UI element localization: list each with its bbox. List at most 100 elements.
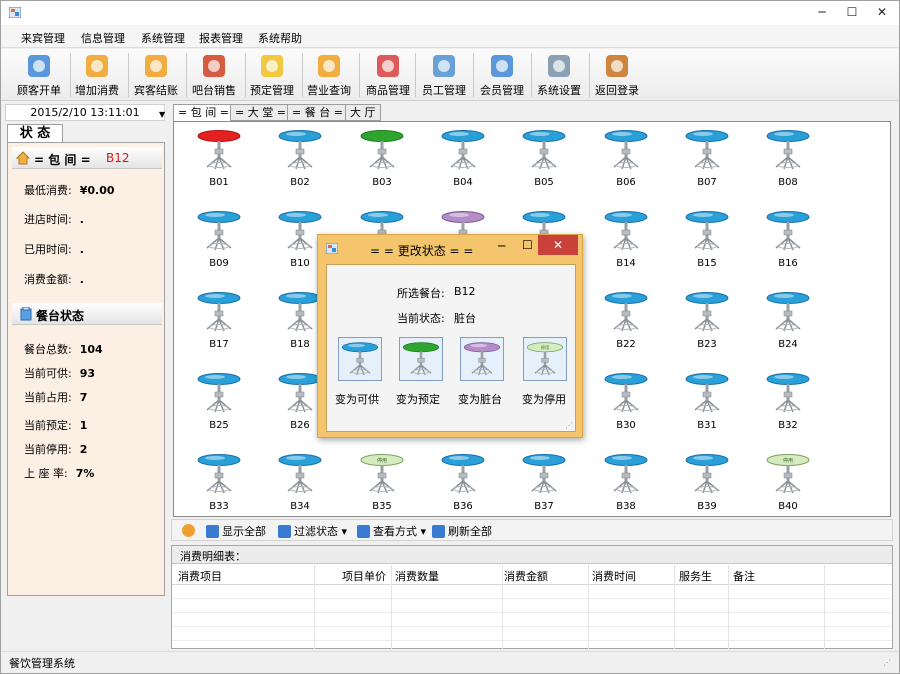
detail-column-header[interactable]: 消费项目	[178, 568, 222, 584]
table-B16[interactable]: B16	[763, 208, 823, 272]
table-B07[interactable]: B07	[682, 127, 742, 191]
state-button-label: 变为可供	[335, 393, 379, 406]
table-B37[interactable]: B37	[519, 451, 579, 515]
view-mode-icon	[357, 524, 370, 538]
consumption-amount-row: 消费金额:.	[24, 273, 84, 286]
state-button-2[interactable]	[399, 337, 443, 381]
table-label: B04	[453, 177, 473, 188]
table-B17[interactable]: B17	[194, 289, 254, 353]
dropdown-arrow-icon[interactable]: ▼	[159, 110, 165, 119]
state-button-3[interactable]	[460, 337, 504, 381]
dialog-body: 所选餐台: B12 当前状态: 脏台 变为可供 变为预定 变为脏台 停用 变为停用 ⋰	[326, 264, 576, 432]
table-B33[interactable]: B33	[194, 451, 254, 515]
table-B35[interactable]: 停用 B35	[357, 451, 417, 515]
toolbar-button-8[interactable]: 员工管理	[422, 51, 466, 99]
toolbar-separator	[415, 53, 416, 97]
table-B22[interactable]: B22	[601, 289, 661, 353]
table-B02[interactable]: B02	[275, 127, 335, 191]
table-B03[interactable]: B03	[357, 127, 417, 191]
table-B14[interactable]: B14	[601, 208, 661, 272]
view-button-4[interactable]: 刷新全部	[432, 523, 492, 539]
table-label: B16	[778, 258, 798, 269]
toolbar-button-9[interactable]: 会员管理	[480, 51, 524, 99]
minimize-button[interactable]: ─	[807, 1, 837, 23]
detail-column-header[interactable]: 项目单价	[342, 568, 386, 584]
stool-icon	[604, 454, 648, 494]
detail-column-header[interactable]: 消费金额	[504, 568, 548, 584]
table-B31[interactable]: B31	[682, 370, 742, 434]
toolbar-separator	[302, 53, 303, 97]
consumption-detail-panel: 消费明细表： 消费项目 项目单价 消费数量 消费金额 消费时间 服务生 备注	[171, 545, 893, 649]
view-button-3[interactable]: 查看方式 ▾	[357, 523, 426, 539]
toolbar-button-7[interactable]: 商品管理	[366, 51, 410, 99]
view-button-1[interactable]: 显示全部	[206, 523, 266, 539]
table-B25[interactable]: B25	[194, 370, 254, 434]
view-button-2[interactable]: 过滤状态 ▾	[278, 523, 347, 539]
table-B39[interactable]: B39	[682, 451, 742, 515]
toolbar-button-10[interactable]: 系统设置	[537, 51, 581, 99]
status-bar-text: 餐饮管理系统	[9, 657, 75, 670]
filter-icon	[278, 524, 291, 538]
table-B30[interactable]: B30	[601, 370, 661, 434]
orange-circle-icon[interactable]	[182, 524, 195, 537]
table-label: B14	[616, 258, 636, 269]
toolbar-button-label: 员工管理	[422, 84, 466, 97]
svg-text:停用: 停用	[541, 344, 549, 351]
table-label: B08	[778, 177, 798, 188]
detail-column-header[interactable]: 服务生	[679, 568, 712, 584]
table-B06[interactable]: B06	[601, 127, 661, 191]
toolbar-button-label: 返回登录	[595, 84, 639, 97]
tab-status[interactable]: 状 态	[7, 124, 63, 143]
menu-system[interactable]: 系统管理	[141, 30, 185, 46]
state-button-1[interactable]	[338, 337, 382, 381]
table-B01[interactable]: B01	[194, 127, 254, 191]
view-toolbar: 显示全部 过滤状态 ▾ 查看方式 ▾ 刷新全部	[171, 519, 893, 541]
detail-column-header[interactable]: 消费时间	[592, 568, 636, 584]
stool-icon	[685, 292, 729, 332]
toolbar-button-6[interactable]: 营业查询	[307, 51, 351, 99]
dialog-close-button[interactable]: ✕	[538, 235, 578, 255]
table-B23[interactable]: B23	[682, 289, 742, 353]
toolbar-button-3[interactable]: 宾客结账	[134, 51, 178, 99]
resize-grip-icon[interactable]: ⋰	[883, 658, 891, 667]
resize-grip-icon[interactable]: ⋰	[565, 421, 573, 430]
menu-info[interactable]: 信息管理	[81, 30, 125, 46]
dialog-maximize-button[interactable]: ☐	[522, 238, 533, 252]
table-B24[interactable]: B24	[763, 289, 823, 353]
table-B40[interactable]: 停用 B40	[763, 451, 823, 515]
table-label: B30	[616, 420, 636, 431]
status-bar: 餐饮管理系统 ⋰	[1, 651, 899, 673]
table-B09[interactable]: B09	[194, 208, 254, 272]
table-B04[interactable]: B04	[438, 127, 498, 191]
toolbar-button-2[interactable]: 增加消费	[75, 51, 119, 99]
table-B05[interactable]: B05	[519, 127, 579, 191]
column-divider	[824, 565, 825, 649]
menu-guest[interactable]: 来宾管理	[21, 30, 65, 46]
table-B34[interactable]: B34	[275, 451, 335, 515]
toolbar-button-4[interactable]: 吧台销售	[192, 51, 236, 99]
table-B08[interactable]: B08	[763, 127, 823, 191]
table-B15[interactable]: B15	[682, 208, 742, 272]
detail-column-header[interactable]: 消费数量	[395, 568, 439, 584]
state-button-label: 变为预定	[396, 393, 440, 406]
toolbar-button-1[interactable]: 顾客开单	[17, 51, 61, 99]
tab-lobby[interactable]: = 大 堂 =	[230, 104, 291, 121]
tab-dining-table[interactable]: = 餐 台 =	[287, 104, 348, 121]
detail-column-header[interactable]: 备注	[733, 568, 755, 584]
toolbar-button-5[interactable]: 预定管理	[250, 51, 294, 99]
table-label: B39	[697, 501, 717, 512]
table-B36[interactable]: B36	[438, 451, 498, 515]
current-state-label: 当前状态:	[397, 312, 445, 325]
dialog-minimize-button[interactable]: ─	[498, 239, 505, 253]
table-B32[interactable]: B32	[763, 370, 823, 434]
tab-private-room[interactable]: = 包 间 =	[173, 104, 234, 122]
table-B38[interactable]: B38	[601, 451, 661, 515]
menu-help[interactable]: 系统帮助	[258, 30, 302, 46]
state-button-4[interactable]: 停用	[523, 337, 567, 381]
maximize-button[interactable]: ☐	[837, 1, 867, 23]
toolbar-button-11[interactable]: 返回登录	[595, 51, 639, 99]
tab-hall[interactable]: 大 厅	[345, 104, 381, 121]
menu-bar: 来宾管理 信息管理 系统管理 报表管理 系统帮助	[1, 26, 899, 48]
menu-report[interactable]: 报表管理	[199, 30, 243, 46]
close-button[interactable]: ✕	[867, 1, 897, 23]
